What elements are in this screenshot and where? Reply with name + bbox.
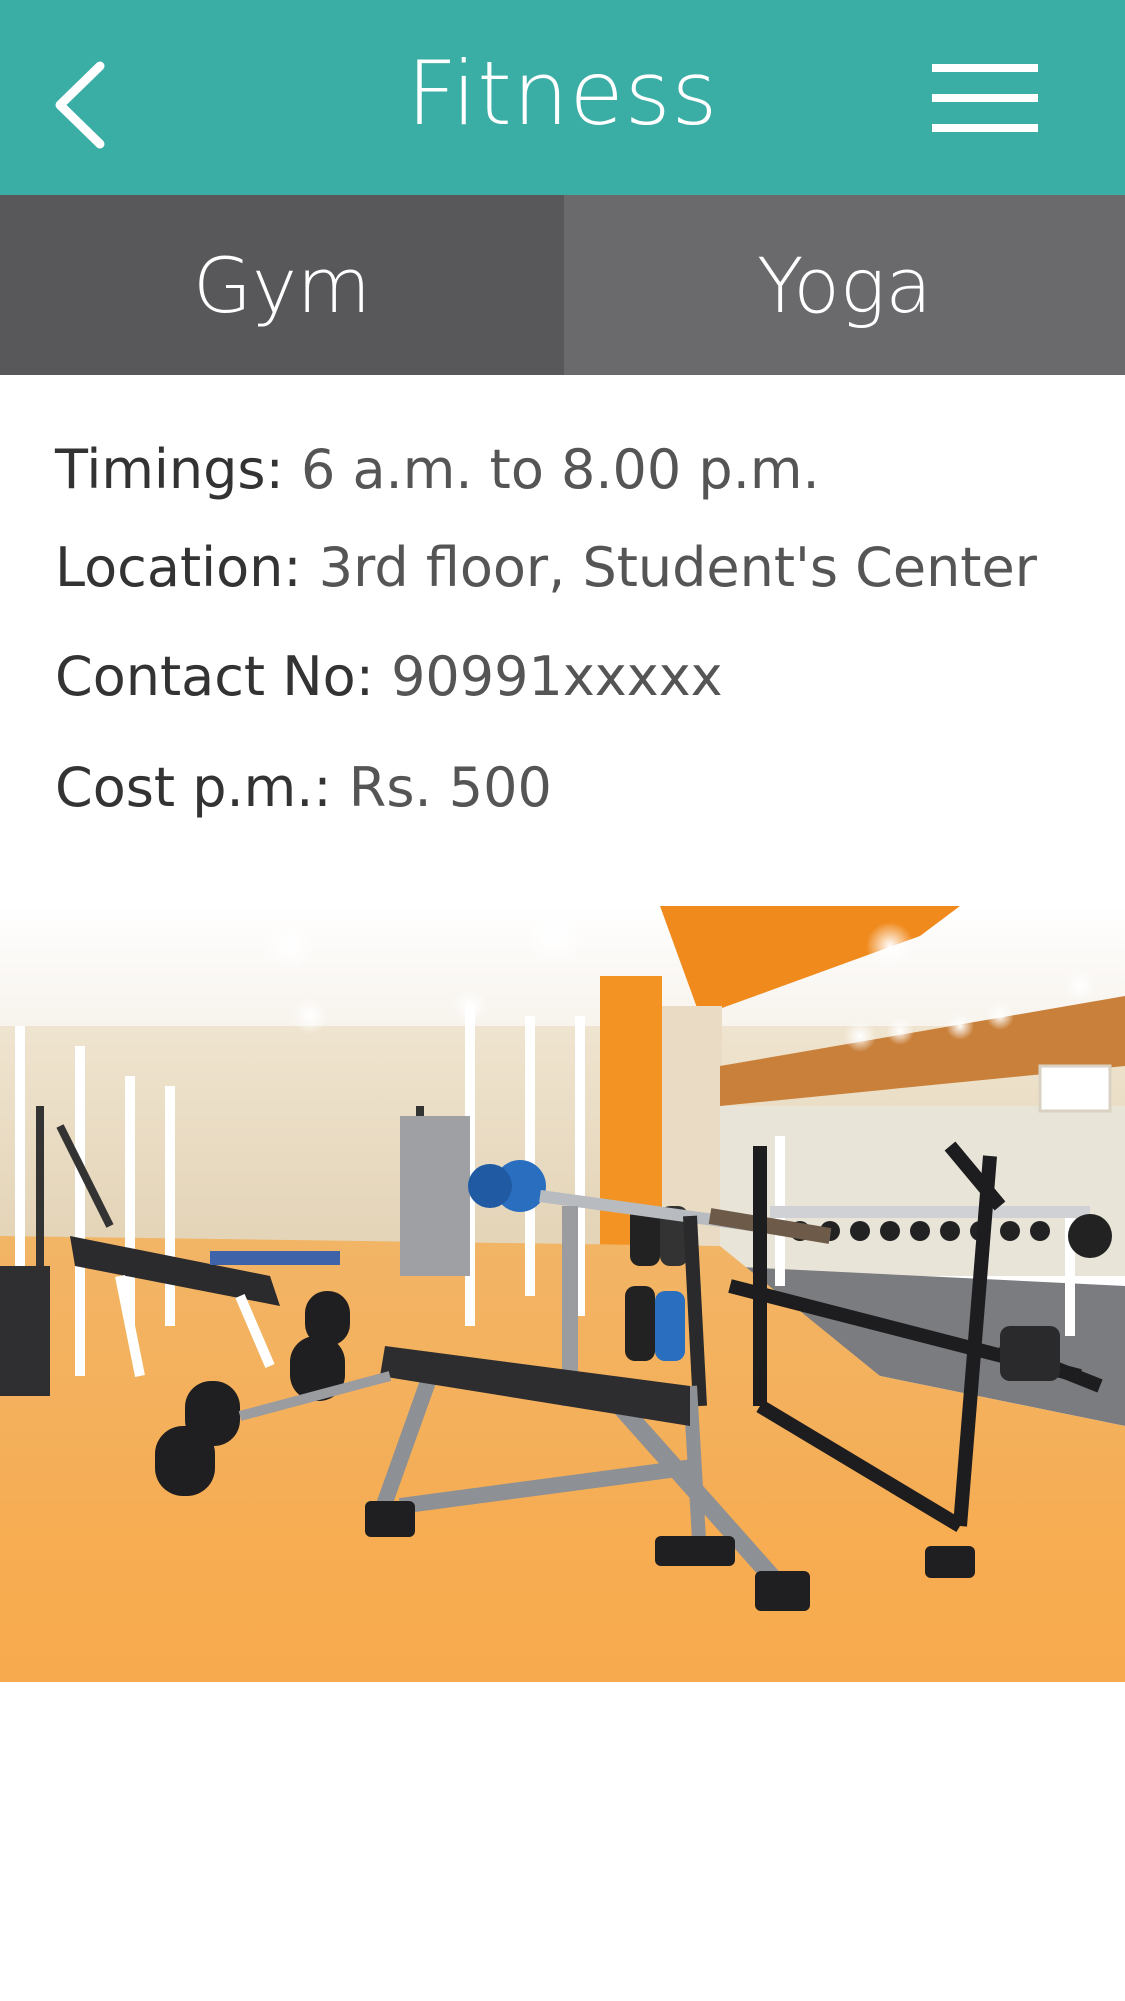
- location-row: Location: 3rd floor, Student's Center: [55, 538, 1037, 598]
- location-label: Location:: [55, 536, 302, 599]
- timings-row: Timings: 6 a.m. to 8.00 p.m.: [55, 440, 820, 500]
- menu-button[interactable]: [925, 50, 1045, 145]
- cost-label: Cost p.m.:: [55, 756, 332, 819]
- gym-interior-photo: [0, 906, 1125, 1682]
- contact-value[interactable]: 90991xxxxx: [391, 645, 723, 708]
- timings-value: 6 a.m. to 8.00 p.m.: [300, 438, 820, 501]
- fitness-screen: Fitness Gym Yoga Timings: 6 a.m. to 8.00…: [0, 0, 1125, 2001]
- chevron-left-icon: [55, 61, 105, 149]
- timings-label: Timings:: [55, 438, 284, 501]
- hamburger-menu-icon-line: [932, 123, 1038, 132]
- hamburger-menu-icon-line: [932, 93, 1038, 102]
- location-value: 3rd floor, Student's Center: [318, 536, 1037, 599]
- app-header: Fitness: [0, 0, 1125, 195]
- contact-row: Contact No: 90991xxxxx: [55, 647, 723, 707]
- hamburger-menu-icon: [932, 63, 1038, 72]
- tab-bar: Gym Yoga: [0, 195, 1125, 375]
- contact-label: Contact No:: [55, 645, 374, 708]
- back-button[interactable]: [40, 55, 120, 155]
- cost-value: Rs. 500: [348, 756, 552, 819]
- tab-yoga[interactable]: Yoga: [564, 195, 1125, 375]
- cost-row: Cost p.m.: Rs. 500: [55, 758, 552, 818]
- tab-gym[interactable]: Gym: [0, 195, 564, 375]
